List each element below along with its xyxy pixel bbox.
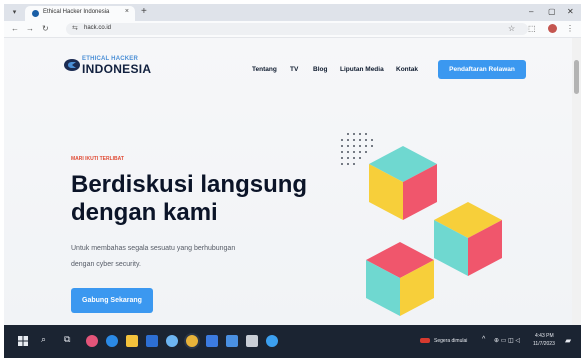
file-explorer-icon[interactable] xyxy=(126,335,138,347)
cube-top xyxy=(369,146,437,220)
dot-grid xyxy=(341,133,373,165)
hero-headline: Berdiskusi langsung dengan kami xyxy=(71,171,307,227)
headline-line-2: dengan kami xyxy=(71,199,218,226)
menu-icon[interactable]: ⋮ xyxy=(566,24,574,33)
store-icon[interactable] xyxy=(146,335,158,347)
app-icon-9[interactable] xyxy=(246,335,258,347)
notification-icon[interactable]: ▰ xyxy=(565,336,571,345)
weather-icon[interactable] xyxy=(420,338,430,343)
browser-window: ▾ Ethical Hacker Indonesia × + – ▢ ✕ ← →… xyxy=(4,4,581,358)
app-icon-5[interactable] xyxy=(166,335,178,347)
word-icon[interactable] xyxy=(226,335,238,347)
cube-right xyxy=(434,202,502,276)
reload-icon[interactable]: ↻ xyxy=(42,24,49,33)
windows-taskbar: ⌕ ⧉ Segera dimulai ^ ⊕ ▭ ◫ ◁ 4:43 PM 11/… xyxy=(4,325,581,358)
url-text: hack.co.id xyxy=(84,25,112,31)
bookmark-star-icon[interactable]: ☆ xyxy=(508,24,515,33)
address-bar-row: ← → ↻ ⇆ hack.co.id ☆ ⬚ ⋮ xyxy=(4,21,581,38)
clock-date[interactable]: 11/7/2023 xyxy=(533,341,555,347)
page-scrollbar[interactable] xyxy=(572,38,581,325)
new-tab-button[interactable]: + xyxy=(141,6,147,18)
cube-bottom xyxy=(366,242,434,316)
hero-description: Untuk membahas segala sesuatu yang berhu… xyxy=(71,241,235,273)
nav-link-liputan-media[interactable]: Liputan Media xyxy=(340,66,384,73)
join-now-button[interactable]: Gabung Sekarang xyxy=(71,288,153,313)
tab-close-icon[interactable]: × xyxy=(125,8,129,15)
logo-icon xyxy=(64,59,80,71)
back-icon[interactable]: ← xyxy=(11,24,19,33)
clock-time[interactable]: 4:43 PM xyxy=(535,333,554,339)
forward-icon[interactable]: → xyxy=(26,24,34,33)
close-window-button[interactable]: ✕ xyxy=(567,7,574,16)
search-icon[interactable]: ⌕ xyxy=(41,334,46,345)
site-info-icon[interactable]: ⇆ xyxy=(72,24,78,32)
windows-start-icon[interactable] xyxy=(18,336,28,346)
chrome-icon[interactable] xyxy=(186,335,198,347)
register-volunteer-button[interactable]: Pendaftaran Relawan xyxy=(438,60,526,79)
nav-link-tv[interactable]: TV xyxy=(290,66,298,73)
edge-icon[interactable] xyxy=(106,335,118,347)
minimize-button[interactable]: – xyxy=(529,7,533,16)
hero-eyebrow: MARI IKUTI TERLIBAT xyxy=(71,156,124,162)
task-view-icon[interactable]: ⧉ xyxy=(64,334,70,345)
tray-icons[interactable]: ⊕ ▭ ◫ ◁ xyxy=(494,337,520,344)
app-icon-7[interactable] xyxy=(206,335,218,347)
maximize-button[interactable]: ▢ xyxy=(548,7,556,16)
page-content: ETHICAL HACKER INDONESIA Tentang TV Blog… xyxy=(4,38,572,325)
cubes-illustration xyxy=(341,133,502,316)
nav-link-blog[interactable]: Blog xyxy=(313,66,327,73)
nav-link-tentang[interactable]: Tentang xyxy=(252,66,277,73)
tray-chevron-icon[interactable]: ^ xyxy=(482,336,485,343)
headline-line-1: Berdiskusi langsung xyxy=(71,171,308,198)
app-icon-10[interactable] xyxy=(266,335,278,347)
favicon-icon xyxy=(32,10,39,17)
scrollbar-thumb[interactable] xyxy=(574,60,579,94)
logo-title[interactable]: INDONESIA xyxy=(82,62,151,76)
tab-ethical-hacker[interactable]: Ethical Hacker Indonesia × xyxy=(25,6,135,21)
weather-text[interactable]: Segera dimulai xyxy=(434,338,467,344)
profile-avatar[interactable] xyxy=(548,24,557,33)
description-line-2: dengan cyber security. xyxy=(71,261,141,268)
title-bar: ▾ Ethical Hacker Indonesia × + – ▢ ✕ xyxy=(4,4,581,21)
app-icon-1[interactable] xyxy=(86,335,98,347)
extensions-icon[interactable]: ⬚ xyxy=(528,24,536,33)
description-line-1: Untuk membahas segala sesuatu yang berhu… xyxy=(71,245,236,252)
address-bar[interactable]: ⇆ hack.co.id xyxy=(66,23,528,35)
tab-title: Ethical Hacker Indonesia xyxy=(43,9,110,15)
nav-link-kontak[interactable]: Kontak xyxy=(396,66,418,73)
tab-search-icon[interactable]: ▾ xyxy=(10,8,19,17)
